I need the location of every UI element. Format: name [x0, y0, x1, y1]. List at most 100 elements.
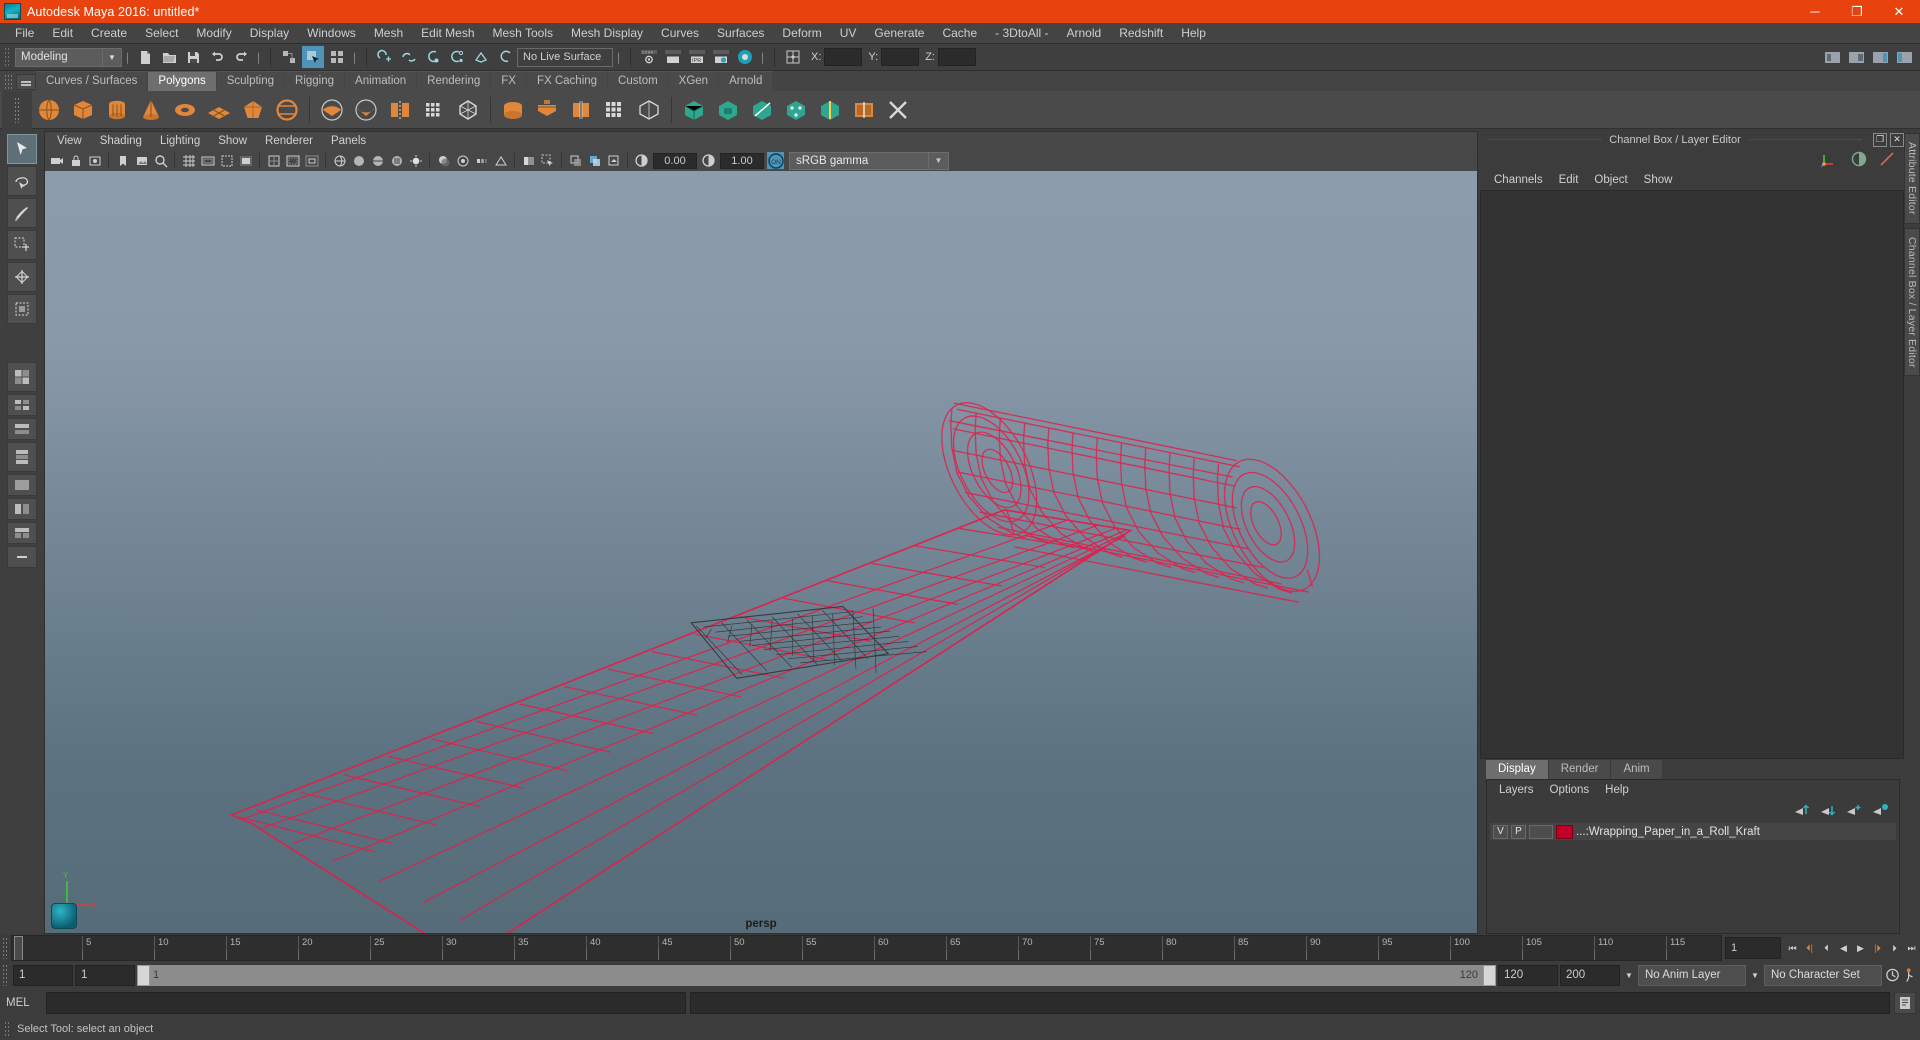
- textured-icon[interactable]: [388, 152, 405, 169]
- menu-mesh-tools[interactable]: Mesh Tools: [484, 23, 562, 44]
- shelf-grip[interactable]: [4, 74, 12, 90]
- gamma-field[interactable]: 1.00: [720, 152, 764, 169]
- persp-outliner-layout-button[interactable]: [7, 394, 37, 416]
- new-layer-from-selected-icon[interactable]: [1872, 803, 1889, 817]
- close-button[interactable]: ✕: [1878, 0, 1920, 23]
- time-slider-grip[interactable]: [2, 937, 9, 959]
- undo-icon[interactable]: [206, 46, 228, 68]
- new-scene-icon[interactable]: [134, 46, 156, 68]
- coord-z-field[interactable]: [937, 48, 976, 66]
- animation-start-field[interactable]: 1: [13, 964, 73, 986]
- crease-icon[interactable]: [814, 94, 846, 126]
- coord-x-field[interactable]: [824, 48, 863, 66]
- animation-end-field[interactable]: 200: [1560, 964, 1620, 986]
- xray-icon[interactable]: [567, 152, 584, 169]
- two-d-pan-zoom-icon[interactable]: [152, 152, 169, 169]
- film-gate-icon[interactable]: [199, 152, 216, 169]
- shelf-tab-sculpting[interactable]: Sculpting: [216, 71, 285, 91]
- exposure-icon[interactable]: [633, 152, 650, 169]
- snap-to-grid-icon[interactable]: [374, 46, 396, 68]
- field-chart-icon[interactable]: [265, 152, 282, 169]
- perspective-viewport[interactable]: Y X Z persp: [44, 171, 1478, 934]
- menu-generate[interactable]: Generate: [865, 23, 933, 44]
- select-camera-icon[interactable]: [48, 152, 65, 169]
- move-layer-down-icon[interactable]: [1820, 803, 1837, 817]
- maximize-button[interactable]: ❐: [1836, 0, 1878, 23]
- move-layer-up-icon[interactable]: [1794, 803, 1811, 817]
- shelf-tab-arnold[interactable]: Arnold: [719, 71, 773, 91]
- chevron-down-icon[interactable]: ▼: [1622, 965, 1636, 986]
- poly-cone-icon[interactable]: [135, 94, 167, 126]
- save-scene-icon[interactable]: [182, 46, 204, 68]
- layer-tab-render[interactable]: Render: [1548, 760, 1611, 779]
- range-start-field[interactable]: 1: [75, 964, 135, 986]
- undock-icon[interactable]: ❐: [1873, 132, 1887, 147]
- shelf-tab-rendering[interactable]: Rendering: [417, 71, 491, 91]
- chevron-down-icon[interactable]: ▼: [103, 47, 122, 67]
- tool-settings-toggle-icon[interactable]: [1893, 46, 1915, 68]
- menu-modify[interactable]: Modify: [187, 23, 240, 44]
- two-pane-layout-button[interactable]: [7, 498, 37, 520]
- vertical-tab-channel-box[interactable]: Channel Box / Layer Editor: [1904, 227, 1920, 377]
- channel-menu-edit[interactable]: Edit: [1551, 174, 1587, 186]
- step-forward-frame-icon[interactable]: |⏵: [1869, 937, 1886, 959]
- bevel-icon[interactable]: [633, 94, 665, 126]
- shaded-wireframe-icon[interactable]: [369, 152, 386, 169]
- persp-graph-layout-button[interactable]: [7, 418, 37, 440]
- bookmarks-icon[interactable]: [114, 152, 131, 169]
- poly-platonic-icon[interactable]: [271, 94, 303, 126]
- character-set-select[interactable]: No Character Set: [1764, 964, 1882, 986]
- viewport-menu-renderer[interactable]: Renderer: [256, 135, 322, 147]
- menu-edit-mesh[interactable]: Edit Mesh: [412, 23, 483, 44]
- vertical-tab-attribute-editor[interactable]: Attribute Editor: [1904, 133, 1920, 224]
- status-line-grip[interactable]: [4, 47, 11, 67]
- range-end-field[interactable]: 120: [1498, 964, 1558, 986]
- motion-blur-icon[interactable]: [473, 152, 490, 169]
- gate-mask-icon[interactable]: [237, 152, 254, 169]
- quad-draw-icon[interactable]: [780, 94, 812, 126]
- menu-3dtoall[interactable]: - 3DtoAll -: [986, 23, 1057, 44]
- command-input[interactable]: [46, 992, 686, 1014]
- shelf-tab-rigging[interactable]: Rigging: [285, 71, 345, 91]
- extrude-icon[interactable]: [712, 94, 744, 126]
- lock-camera-icon[interactable]: [67, 152, 84, 169]
- menu-file[interactable]: File: [6, 23, 43, 44]
- playhead[interactable]: [14, 936, 23, 960]
- play-forwards-icon[interactable]: ▶: [1852, 937, 1869, 959]
- lasso-select-tool-button[interactable]: [7, 166, 37, 196]
- menu-arnold[interactable]: Arnold: [1058, 23, 1111, 44]
- channel-menu-show[interactable]: Show: [1636, 174, 1681, 186]
- command-line-label[interactable]: MEL: [6, 997, 42, 1009]
- xray-active-icon[interactable]: [605, 152, 622, 169]
- layer-menu-options[interactable]: Options: [1542, 784, 1598, 796]
- menu-create[interactable]: Create: [82, 23, 136, 44]
- image-plane-icon[interactable]: [133, 152, 150, 169]
- menu-uv[interactable]: UV: [831, 23, 866, 44]
- paint-select-tool-button[interactable]: [7, 198, 37, 228]
- select-hierarchy-icon[interactable]: [278, 46, 300, 68]
- menu-mesh-display[interactable]: Mesh Display: [562, 23, 652, 44]
- menu-mesh[interactable]: Mesh: [365, 23, 412, 44]
- show-manipulator-icon[interactable]: [1821, 46, 1843, 68]
- layer-tab-display[interactable]: Display: [1486, 760, 1548, 779]
- render-view-icon[interactable]: 1 2 3 4: [638, 46, 660, 68]
- viewport-menu-shading[interactable]: Shading: [91, 135, 151, 147]
- poly-cube-icon[interactable]: [67, 94, 99, 126]
- shelf-tab-fx-caching[interactable]: FX Caching: [526, 71, 608, 91]
- hypergraph-layout-button[interactable]: [7, 474, 37, 496]
- toggle-channel-icon[interactable]: [1850, 150, 1868, 168]
- toolbar-collapse-5[interactable]: ❘: [758, 48, 767, 67]
- layer-menu-help[interactable]: Help: [1597, 784, 1637, 796]
- time-ticks[interactable]: 5 10 15 20 25 30 35 40 45 50 55 60 65 70…: [11, 935, 1722, 961]
- play-backwards-icon[interactable]: ◀: [1835, 937, 1852, 959]
- range-handle-left[interactable]: [137, 964, 150, 986]
- channel-menu-channels[interactable]: Channels: [1486, 174, 1551, 186]
- shadows-icon[interactable]: [435, 152, 452, 169]
- color-management-select[interactable]: sRGB gamma: [789, 151, 929, 170]
- multi-cut-icon[interactable]: [746, 94, 778, 126]
- channel-menu-object[interactable]: Object: [1586, 174, 1635, 186]
- camera-attributes-icon[interactable]: [86, 152, 103, 169]
- snap-to-view-plane-icon[interactable]: [470, 46, 492, 68]
- help-line-grip[interactable]: [4, 1021, 11, 1037]
- speed-icon[interactable]: [1878, 150, 1896, 168]
